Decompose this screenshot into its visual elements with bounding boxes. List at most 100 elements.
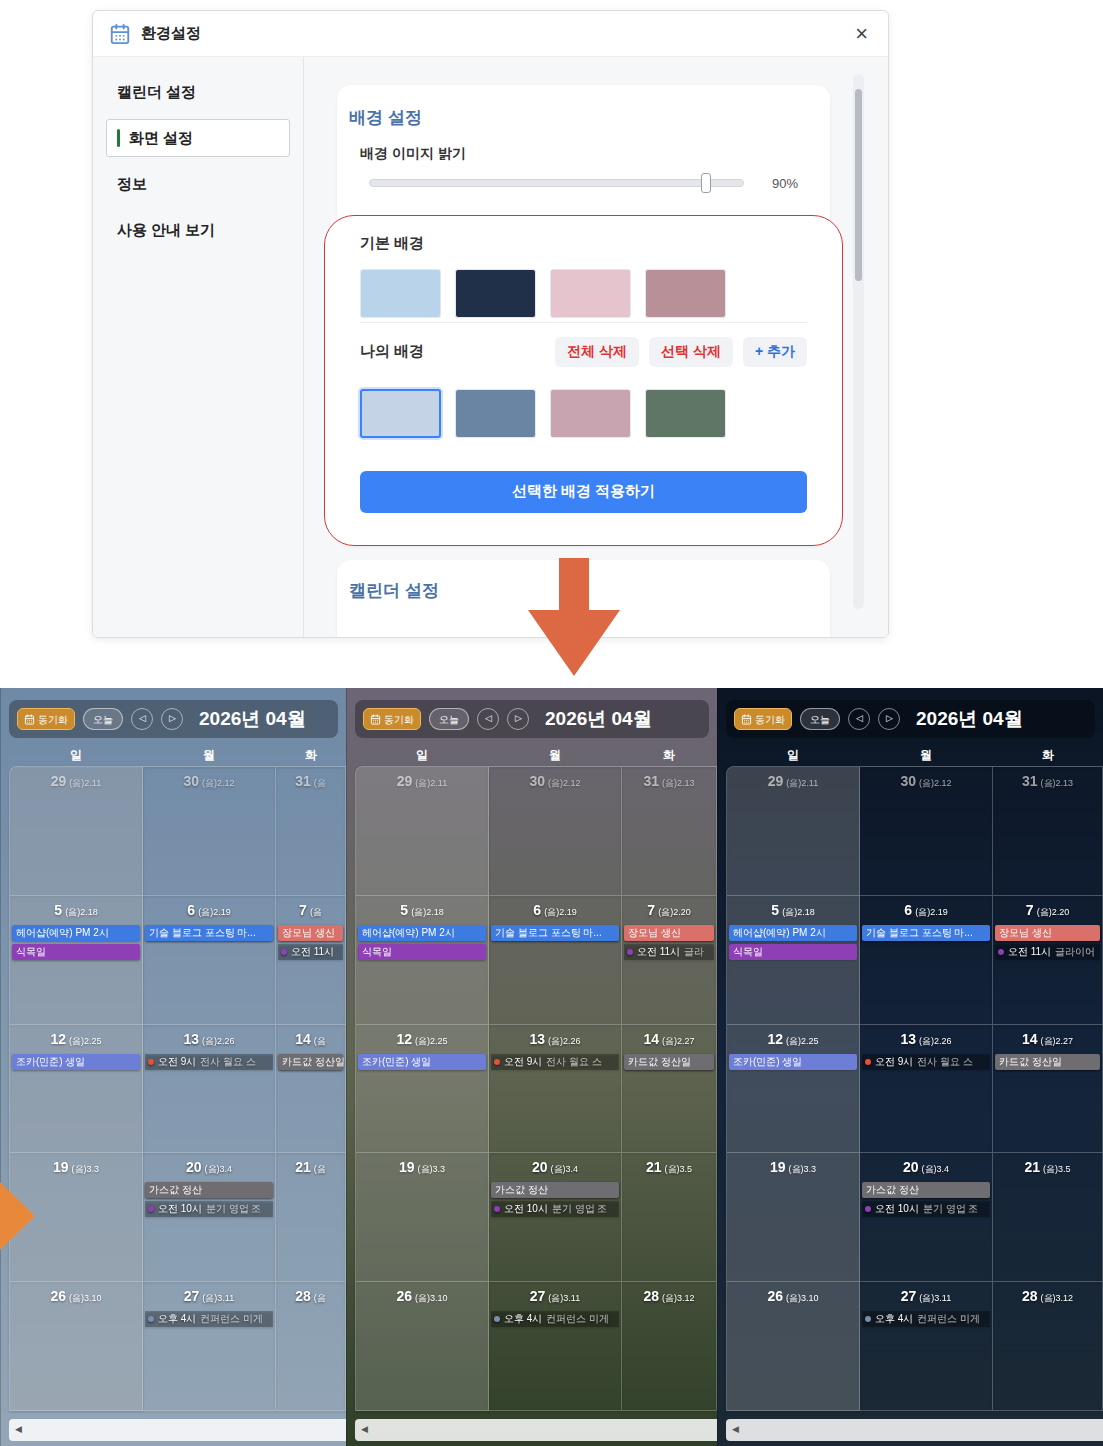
- day-cell[interactable]: 14(음)2.27카드값 정산일: [622, 1025, 717, 1154]
- event-bar[interactable]: 장모님 생신: [624, 925, 714, 941]
- day-cell[interactable]: 27(음)3.11오후 4시컨퍼런스 미게: [143, 1282, 276, 1411]
- timed-event[interactable]: 오전 9시전사 월요 스: [862, 1054, 990, 1070]
- day-cell[interactable]: 20(음)3.4가스값 정산오전 10시분기 영업 조: [143, 1153, 276, 1282]
- prev-button[interactable]: ◁: [848, 708, 870, 730]
- event-bar[interactable]: 기술 블로그 포스팅 마...: [491, 925, 619, 941]
- event-bar[interactable]: 기술 블로그 포스팅 마...: [862, 925, 990, 941]
- timed-event[interactable]: 오전 9시전사 월요 스: [145, 1054, 273, 1070]
- timed-event[interactable]: 오전 11시글라이어: [995, 944, 1100, 960]
- day-cell[interactable]: 19(음)3.3: [727, 1153, 860, 1282]
- day-cell[interactable]: 14(음카드값 정산일: [276, 1025, 346, 1154]
- day-cell[interactable]: 12(음)2.25조카(민준) 생일: [356, 1025, 489, 1154]
- day-cell[interactable]: 29(음)2.11: [727, 767, 860, 896]
- day-cell[interactable]: 28(음)3.12: [993, 1282, 1103, 1411]
- timed-event[interactable]: 오전 10시분기 영업 조: [862, 1201, 990, 1217]
- day-cell[interactable]: 19(음)3.3: [356, 1153, 489, 1282]
- day-cell[interactable]: 7(음장모님 생신오전 11시: [276, 896, 346, 1025]
- day-cell[interactable]: 31(음)2.13: [622, 767, 717, 896]
- day-cell[interactable]: 27(음)3.11오후 4시컨퍼런스 미게: [489, 1282, 622, 1411]
- event-bar[interactable]: 조카(민준) 생일: [358, 1054, 486, 1070]
- event-bar[interactable]: 헤어샵(예약) PM 2시: [729, 925, 857, 941]
- background-thumbnail[interactable]: [455, 269, 536, 318]
- background-action-button[interactable]: 선택 삭제: [649, 337, 733, 367]
- event-bar[interactable]: 가스값 정산: [145, 1182, 273, 1198]
- scroll-left[interactable]: ◀: [361, 1423, 368, 1437]
- event-bar[interactable]: 식목일: [729, 944, 857, 960]
- event-bar[interactable]: 카드값 정산일: [278, 1054, 343, 1070]
- background-thumbnail[interactable]: [645, 269, 726, 318]
- sidebar-item[interactable]: 캘린더 설정: [106, 73, 290, 111]
- today-button[interactable]: 오늘: [83, 708, 123, 730]
- day-cell[interactable]: 14(음)2.27카드값 정산일: [993, 1025, 1103, 1154]
- timed-event[interactable]: 오전 10시분기 영업 조: [145, 1201, 273, 1217]
- next-button[interactable]: ▷: [878, 708, 900, 730]
- day-cell[interactable]: 5(음)2.18헤어샵(예약) PM 2시식목일: [356, 896, 489, 1025]
- day-cell[interactable]: 21(음: [276, 1153, 346, 1282]
- day-cell[interactable]: 26(음)3.10: [727, 1282, 860, 1411]
- day-cell[interactable]: 21(음)3.5: [622, 1153, 717, 1282]
- scroll-left[interactable]: ◀: [15, 1423, 22, 1437]
- scroll-bar[interactable]: ◀: [355, 1419, 717, 1441]
- day-cell[interactable]: 6(음)2.19기술 블로그 포스팅 마...: [489, 896, 622, 1025]
- day-cell[interactable]: 30(음)2.12: [860, 767, 993, 896]
- scroll-left[interactable]: ◀: [732, 1423, 739, 1437]
- day-cell[interactable]: 5(음)2.18헤어샵(예약) PM 2시식목일: [727, 896, 860, 1025]
- event-bar[interactable]: 카드값 정산일: [624, 1054, 714, 1070]
- day-cell[interactable]: 7(음)2.20장모님 생신오전 11시글라: [622, 896, 717, 1025]
- background-thumbnail[interactable]: [360, 389, 441, 438]
- day-cell[interactable]: 6(음)2.19기술 블로그 포스팅 마...: [860, 896, 993, 1025]
- day-cell[interactable]: 26(음)3.10: [10, 1282, 143, 1411]
- sidebar-item[interactable]: 화면 설정: [106, 119, 290, 157]
- event-bar[interactable]: 조카(민준) 생일: [729, 1054, 857, 1070]
- background-thumbnail[interactable]: [360, 269, 441, 318]
- background-thumbnail[interactable]: [645, 389, 726, 438]
- next-button[interactable]: ▷: [161, 708, 183, 730]
- event-bar[interactable]: 식목일: [12, 944, 140, 960]
- day-cell[interactable]: 30(음)2.12: [143, 767, 276, 896]
- event-bar[interactable]: 식목일: [358, 944, 486, 960]
- apply-button[interactable]: 선택한 배경 적용하기: [360, 471, 807, 513]
- day-cell[interactable]: 27(음)3.11오후 4시컨퍼런스 미게: [860, 1282, 993, 1411]
- today-button[interactable]: 오늘: [429, 708, 469, 730]
- day-cell[interactable]: 13(음)2.26오전 9시전사 월요 스: [860, 1025, 993, 1154]
- sync-button[interactable]: 동기화: [363, 708, 421, 730]
- sidebar-item[interactable]: 정보: [106, 165, 290, 203]
- day-cell[interactable]: 20(음)3.4가스값 정산오전 10시분기 영업 조: [489, 1153, 622, 1282]
- timed-event[interactable]: 오전 10시분기 영업 조: [491, 1201, 619, 1217]
- today-button[interactable]: 오늘: [800, 708, 840, 730]
- day-cell[interactable]: 12(음)2.25조카(민준) 생일: [727, 1025, 860, 1154]
- background-thumbnail[interactable]: [550, 389, 631, 438]
- sync-button[interactable]: 동기화: [17, 708, 75, 730]
- scroll-bar[interactable]: ◀: [726, 1419, 1103, 1441]
- background-action-button[interactable]: 전체 삭제: [555, 337, 639, 367]
- day-cell[interactable]: 20(음)3.4가스값 정산오전 10시분기 영업 조: [860, 1153, 993, 1282]
- event-bar[interactable]: 카드값 정산일: [995, 1054, 1100, 1070]
- brightness-slider[interactable]: [369, 179, 744, 187]
- prev-button[interactable]: ◁: [131, 708, 153, 730]
- day-cell[interactable]: 31(음)2.13: [993, 767, 1103, 896]
- day-cell[interactable]: 5(음)2.18헤어샵(예약) PM 2시식목일: [10, 896, 143, 1025]
- event-bar[interactable]: 기술 블로그 포스팅 마...: [145, 925, 273, 941]
- background-thumbnail[interactable]: [550, 269, 631, 318]
- prev-button[interactable]: ◁: [477, 708, 499, 730]
- event-bar[interactable]: 조카(민준) 생일: [12, 1054, 140, 1070]
- event-bar[interactable]: 장모님 생신: [995, 925, 1100, 941]
- timed-event[interactable]: 오전 9시전사 월요 스: [491, 1054, 619, 1070]
- background-thumbnail[interactable]: [455, 389, 536, 438]
- timed-event[interactable]: 오전 11시: [278, 944, 343, 960]
- day-cell[interactable]: 21(음)3.5: [993, 1153, 1103, 1282]
- day-cell[interactable]: 28(음: [276, 1282, 346, 1411]
- sidebar-item[interactable]: 사용 안내 보기: [106, 211, 290, 249]
- day-cell[interactable]: 6(음)2.19기술 블로그 포스팅 마...: [143, 896, 276, 1025]
- scrollbar-thumb[interactable]: [855, 89, 862, 281]
- day-cell[interactable]: 31(음: [276, 767, 346, 896]
- scroll-bar[interactable]: ◀: [9, 1419, 346, 1441]
- day-cell[interactable]: 13(음)2.26오전 9시전사 월요 스: [489, 1025, 622, 1154]
- day-cell[interactable]: 12(음)2.25조카(민준) 생일: [10, 1025, 143, 1154]
- day-cell[interactable]: 29(음)2.11: [356, 767, 489, 896]
- timed-event[interactable]: 오후 4시컨퍼런스 미게: [862, 1311, 990, 1327]
- timed-event[interactable]: 오후 4시컨퍼런스 미게: [491, 1311, 619, 1327]
- timed-event[interactable]: 오후 4시컨퍼런스 미게: [145, 1311, 273, 1327]
- day-cell[interactable]: 30(음)2.12: [489, 767, 622, 896]
- event-bar[interactable]: 가스값 정산: [862, 1182, 990, 1198]
